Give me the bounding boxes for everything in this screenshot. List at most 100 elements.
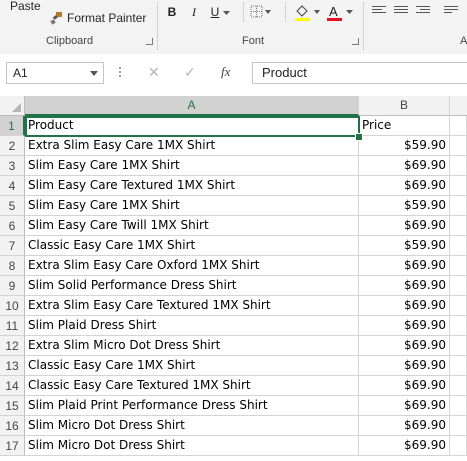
cell-product[interactable]: Slim Easy Care Textured 1MX Shirt [25,176,359,196]
cell-price[interactable]: $69.90 [359,436,450,456]
cell-product[interactable]: Classic Easy Care 1MX Shirt [25,236,359,256]
underline-button[interactable]: U [207,5,223,19]
font-color-button[interactable]: A [325,4,353,21]
row-header[interactable]: 16 [0,416,25,436]
cell-product[interactable]: Extra Slim Easy Care Textured 1MX Shirt [25,296,359,316]
cell-product[interactable]: Slim Easy Care Twill 1MX Shirt [25,216,359,236]
row-header[interactable]: 17 [0,436,25,456]
paint-bucket-icon [295,5,320,21]
row-header[interactable]: 8 [0,256,25,276]
fill-color-button[interactable] [293,5,321,24]
cell-empty[interactable] [450,136,467,156]
row-header[interactable]: 15 [0,396,25,416]
formula-input[interactable]: Product [252,62,467,84]
cell-empty[interactable] [450,336,467,356]
cell-price[interactable]: $59.90 [359,236,450,256]
cell-product[interactable]: Slim Solid Performance Dress Shirt [25,276,359,296]
cell-product[interactable]: Product [25,116,359,136]
cell-empty[interactable] [450,196,467,216]
font-group-label: Font [242,35,265,47]
cell-product[interactable]: Slim Plaid Dress Shirt [25,316,359,336]
cell-empty[interactable] [450,116,467,136]
row-header[interactable]: 7 [0,236,25,256]
cell-price[interactable]: $69.90 [359,356,450,376]
format-painter-button[interactable]: Format Painter [50,11,146,25]
align-bottom-button[interactable] [416,6,430,16]
underline-dropdown[interactable] [222,5,230,19]
cell-price[interactable]: $59.90 [359,196,450,216]
row-header[interactable]: 11 [0,316,25,336]
cell-empty[interactable] [450,216,467,236]
cell-price[interactable]: $69.90 [359,316,450,336]
align-middle-button[interactable] [394,6,408,16]
row-header[interactable]: 3 [0,156,25,176]
row-header[interactable]: 10 [0,296,25,316]
cell-price[interactable]: $69.90 [359,276,450,296]
cell-price[interactable]: $69.90 [359,376,450,396]
cell-empty[interactable] [450,156,467,176]
row-header[interactable]: 9 [0,276,25,296]
select-all-button[interactable] [0,96,25,116]
cell-product[interactable]: Extra Slim Micro Dot Dress Shirt [25,336,359,356]
cell-empty[interactable] [450,376,467,396]
column-header-a[interactable]: A [25,96,359,116]
cell-product[interactable]: Slim Easy Care 1MX Shirt [25,196,359,216]
row-header[interactable]: 2 [0,136,25,156]
bold-button[interactable]: B [164,5,180,19]
cell-price[interactable]: $69.90 [359,296,450,316]
cell-price[interactable]: $69.90 [359,416,450,436]
formula-bar: A1 ✕ ✓ fx Product [0,54,467,97]
cell-price[interactable]: $69.90 [359,256,450,276]
italic-button[interactable]: I [186,5,202,20]
enter-button[interactable]: ✓ [184,64,196,81]
cell-product[interactable]: Extra Slim Easy Care Oxford 1MX Shirt [25,256,359,276]
cancel-button[interactable]: ✕ [148,64,160,81]
cell-empty[interactable] [450,296,467,316]
cell-price[interactable]: $69.90 [359,156,450,176]
clipboard-dialog-launcher[interactable] [146,38,153,45]
cell-price[interactable]: $69.90 [359,336,450,356]
cell-empty[interactable] [450,176,467,196]
ribbon-separator [363,2,364,50]
fill-handle[interactable] [355,133,363,141]
alignment-group-label: A [460,35,467,47]
cell-price[interactable]: $69.90 [359,176,450,196]
row-header[interactable]: 6 [0,216,25,236]
cell-product[interactable]: Slim Easy Care 1MX Shirt [25,156,359,176]
align-top-button[interactable] [372,6,386,16]
row-header[interactable]: 12 [0,336,25,356]
cell-product[interactable]: Classic Easy Care Textured 1MX Shirt [25,376,359,396]
cell-product[interactable]: Classic Easy Care 1MX Shirt [25,356,359,376]
borders-button[interactable] [250,5,272,22]
table-row: 14 Classic Easy Care Textured 1MX Shirt $6… [0,376,467,396]
cell-price[interactable]: $59.90 [359,136,450,156]
cell-product[interactable]: Slim Micro Dot Dress Shirt [25,416,359,436]
cell-empty[interactable] [450,436,467,456]
row-header[interactable]: 5 [0,196,25,216]
cell-empty[interactable] [450,316,467,336]
cell-product[interactable]: Extra Slim Easy Care 1MX Shirt [25,136,359,156]
font-dialog-launcher[interactable] [352,38,359,45]
row-header[interactable]: 13 [0,356,25,376]
cell-price[interactable]: Price [359,116,450,136]
row-header[interactable]: 1 [0,116,25,136]
insert-function-button[interactable]: fx [221,64,230,80]
cell-empty[interactable] [450,396,467,416]
cell-empty[interactable] [450,416,467,436]
column-header-b[interactable]: B [359,96,450,116]
wrap-text-button[interactable] [444,6,458,16]
cell-empty[interactable] [450,236,467,256]
row-header[interactable]: 4 [0,176,25,196]
cell-empty[interactable] [450,356,467,376]
cell-product[interactable]: Slim Micro Dot Dress Shirt [25,436,359,456]
column-header-c[interactable] [450,96,467,116]
cell-product[interactable]: Slim Plaid Print Performance Dress Shirt [25,396,359,416]
cell-price[interactable]: $69.90 [359,396,450,416]
cell-empty[interactable] [450,256,467,276]
paste-button[interactable]: Paste [10,0,41,13]
row-header[interactable]: 14 [0,376,25,396]
cell-empty[interactable] [450,276,467,296]
table-row: 15 Slim Plaid Print Performance Dress Shi… [0,396,467,416]
cell-price[interactable]: $69.90 [359,216,450,236]
name-box[interactable]: A1 [6,62,104,84]
